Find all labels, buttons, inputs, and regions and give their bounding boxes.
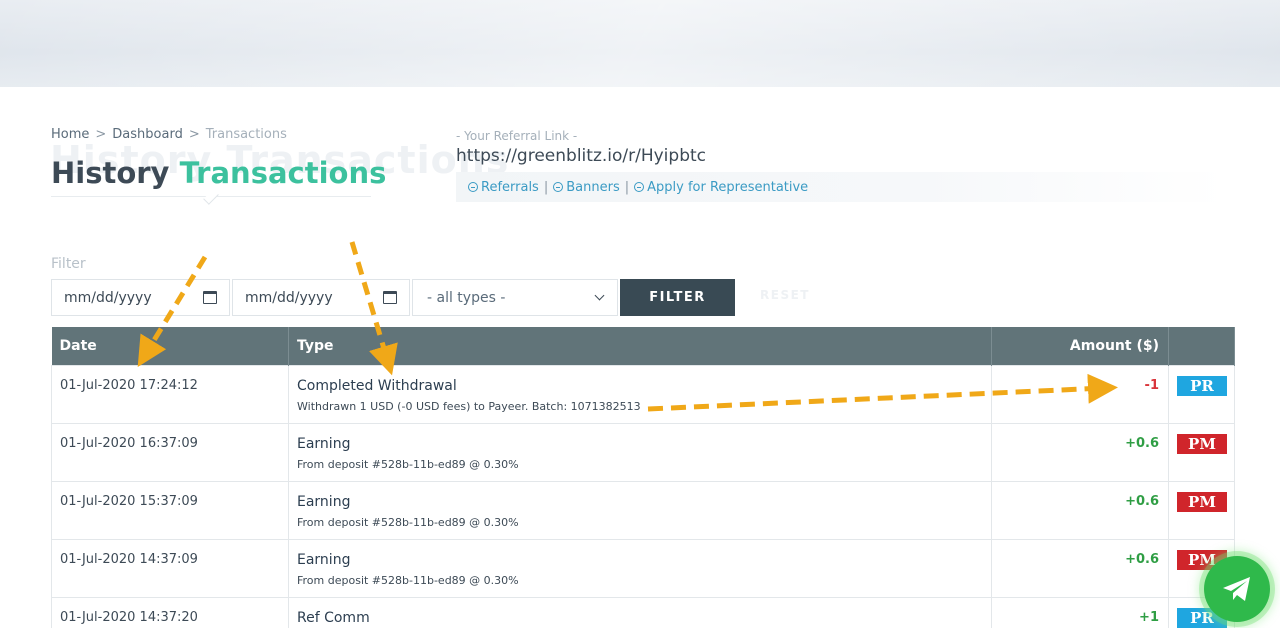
cell-amount: +1 bbox=[991, 596, 1169, 628]
cell-type: Completed Withdrawal Withdrawn 1 USD (-0… bbox=[288, 364, 992, 424]
transaction-detail: From deposit #528b-11b-ed89 @ 0.30% bbox=[297, 573, 519, 587]
cell-method: PM bbox=[1168, 480, 1235, 540]
cell-type: Earning From deposit #528b-11b-ed89 @ 0.… bbox=[288, 480, 992, 540]
date-from-input[interactable]: mm/dd/yyyy bbox=[51, 279, 230, 316]
transaction-type: Earning bbox=[297, 493, 351, 510]
circle-minus-icon bbox=[553, 182, 564, 192]
column-header-type: Type bbox=[288, 327, 992, 365]
cell-method: PR bbox=[1168, 364, 1235, 424]
cell-type: Earning From deposit #528b-11b-ed89 @ 0.… bbox=[288, 538, 992, 598]
page-title-part1: History bbox=[51, 156, 170, 190]
cell-date: 01-Jul-2020 15:37:09 bbox=[51, 480, 289, 540]
cell-type: Earning From deposit #528b-11b-ed89 @ 0.… bbox=[288, 422, 992, 482]
transaction-type: Completed Withdrawal bbox=[297, 377, 457, 394]
transaction-type: Ref Comm bbox=[297, 609, 370, 626]
filter-button[interactable]: FILTER bbox=[620, 279, 735, 316]
cell-type: Ref Comm bbox=[288, 596, 992, 628]
page-title-accent: Transactions bbox=[179, 156, 387, 190]
column-header-method bbox=[1168, 327, 1235, 365]
date-from-placeholder: mm/dd/yyyy bbox=[64, 289, 152, 306]
column-header-date: Date bbox=[51, 327, 289, 365]
table-row: 01-Jul-2020 16:37:09 Earning From deposi… bbox=[51, 422, 1235, 482]
referrals-link-label: Referrals bbox=[481, 179, 539, 195]
cell-amount: +0.6 bbox=[991, 538, 1169, 598]
table-row: 01-Jul-2020 15:37:09 Earning From deposi… bbox=[51, 480, 1235, 540]
filter-label: Filter bbox=[51, 256, 86, 272]
banners-link-label: Banners bbox=[566, 179, 620, 195]
banners-link[interactable]: Banners bbox=[553, 179, 620, 195]
cell-date: 01-Jul-2020 16:37:09 bbox=[51, 422, 289, 482]
transaction-detail: From deposit #528b-11b-ed89 @ 0.30% bbox=[297, 515, 519, 529]
link-separator: | bbox=[624, 179, 630, 195]
top-banner bbox=[0, 0, 1280, 87]
type-select-value: - all types - bbox=[427, 289, 506, 306]
apply-representative-link-label: Apply for Representative bbox=[647, 179, 809, 195]
reset-button[interactable]: RESET bbox=[760, 288, 810, 302]
circle-minus-icon bbox=[634, 182, 645, 192]
date-to-placeholder: mm/dd/yyyy bbox=[245, 289, 333, 306]
referral-link-url[interactable]: https://greenblitz.io/r/Hyipbtc bbox=[456, 146, 706, 166]
chevron-down-icon bbox=[594, 290, 605, 301]
perfect-money-badge-icon: PM bbox=[1177, 433, 1227, 454]
cell-amount: -1 bbox=[991, 364, 1169, 424]
column-header-amount: Amount ($) bbox=[991, 327, 1169, 365]
payeer-badge-icon: PR bbox=[1177, 375, 1227, 396]
title-divider-notch bbox=[203, 189, 219, 205]
table-row: 01-Jul-2020 17:24:12 Completed Withdrawa… bbox=[51, 364, 1235, 424]
referrals-link[interactable]: Referrals bbox=[468, 180, 539, 195]
transaction-type: Earning bbox=[297, 435, 351, 452]
circle-minus-icon bbox=[468, 182, 478, 192]
page-title: History Transactions bbox=[51, 156, 386, 190]
link-separator: | bbox=[543, 179, 549, 195]
telegram-plane-icon bbox=[1223, 577, 1250, 601]
perfect-money-badge-icon: PM bbox=[1177, 491, 1227, 512]
telegram-button[interactable] bbox=[1204, 556, 1270, 622]
transaction-type: Earning bbox=[297, 551, 351, 568]
table-row: 01-Jul-2020 14:37:20 Ref Comm +1 PR bbox=[51, 596, 1235, 628]
cell-method: PM bbox=[1168, 422, 1235, 482]
cell-date: 01-Jul-2020 14:37:20 bbox=[51, 596, 289, 628]
cell-date: 01-Jul-2020 14:37:09 bbox=[51, 538, 289, 598]
calendar-icon[interactable] bbox=[203, 291, 217, 304]
table-header-row: Date Type Amount ($) bbox=[51, 327, 1235, 365]
type-select[interactable]: - all types - bbox=[412, 279, 618, 316]
cell-amount: +0.6 bbox=[991, 480, 1169, 540]
table-row: 01-Jul-2020 14:37:09 Earning From deposi… bbox=[51, 538, 1235, 598]
cell-date: 01-Jul-2020 17:24:12 bbox=[51, 364, 289, 424]
apply-representative-link[interactable]: Apply for Representative bbox=[634, 180, 808, 195]
date-to-input[interactable]: mm/dd/yyyy bbox=[232, 279, 410, 316]
calendar-icon[interactable] bbox=[383, 291, 397, 304]
cell-amount: +0.6 bbox=[991, 422, 1169, 482]
referral-links-bar: Referrals | Banners | Apply for Represen… bbox=[456, 172, 1226, 202]
transactions-table: Date Type Amount ($) 01-Jul-2020 17:24:1… bbox=[51, 327, 1235, 628]
transaction-detail: From deposit #528b-11b-ed89 @ 0.30% bbox=[297, 457, 519, 471]
transaction-detail: Withdrawn 1 USD (-0 USD fees) to Payeer.… bbox=[297, 399, 641, 413]
referral-link-label: - Your Referral Link - bbox=[456, 129, 578, 143]
